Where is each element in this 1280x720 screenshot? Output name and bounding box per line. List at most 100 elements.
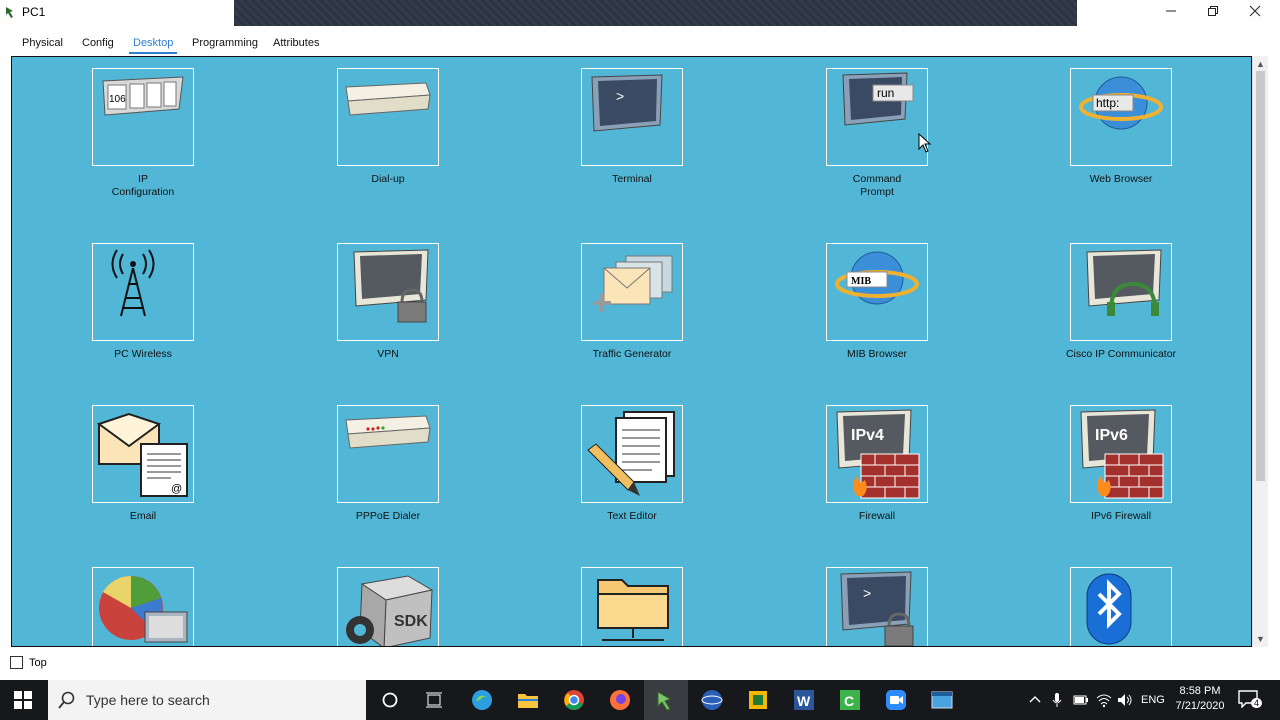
app-traffic-generator[interactable]: Traffic Generator [542,243,722,361]
tab-programming[interactable]: Programming [192,37,258,49]
globe-app-icon [701,690,723,710]
scroll-thumb[interactable] [1256,71,1265,481]
app-pc-wireless[interactable]: PC Wireless [53,243,233,361]
app-netflow-collector[interactable] [53,567,233,646]
store-icon [749,691,767,709]
taskbar-edge[interactable] [460,680,504,720]
app-icon-frame [92,243,194,341]
app-icon-frame [337,68,439,166]
wifi-icon[interactable] [1096,692,1112,708]
app-vpn[interactable]: VPN [298,243,478,361]
desktop-panel: 106 IPConfiguration Dial-up > Terminal [11,56,1252,647]
battery-icon[interactable] [1073,693,1089,707]
app-sdk[interactable]: SDK [298,567,478,646]
app-label: Email [129,510,157,522]
app-icon-frame: run [826,68,928,166]
taskbar-search[interactable]: Type here to search [48,680,366,720]
cortana-button[interactable] [370,680,410,720]
svg-text:@: @ [171,483,182,495]
command-prompt-icon: run [842,72,914,126]
microphone-icon[interactable] [1052,692,1062,708]
app-label-2: Configuration [111,186,175,198]
text-editor-icon [587,411,675,496]
taskbar-firefox[interactable] [598,680,642,720]
app-firewall[interactable]: IPv4 Firewall [787,405,967,523]
app-bluetooth[interactable] [1031,567,1211,646]
app-ipv6-firewall[interactable]: IPv6 IPv6 Firewall [1031,405,1211,523]
task-view-button[interactable] [414,680,454,720]
taskbar-app-blue[interactable] [690,680,734,720]
app-label: Command [852,173,902,185]
close-button[interactable] [1234,0,1276,22]
tab-physical[interactable]: Physical [22,37,63,49]
app-command-prompt[interactable]: run Command Prompt [787,68,967,199]
app-icon-frame [581,243,683,341]
desktop-scrollbar[interactable]: ▲ ▼ [1252,56,1268,647]
taskbar-chrome[interactable] [552,680,596,720]
taskbar-file-explorer[interactable] [506,680,550,720]
app-terminal[interactable]: > Terminal [542,68,722,186]
app-icon-frame: IPv6 [1070,405,1172,503]
notification-count: 4 [1251,698,1263,708]
taskbar-zoom[interactable] [874,680,918,720]
ip-configuration-icon: 106 [102,76,184,116]
app-icon-frame [337,243,439,341]
tab-bar: Physical Config Desktop Programming Attr… [0,26,1280,54]
app-text-editor[interactable]: Text Editor [542,405,722,523]
app-email[interactable]: @ Email [53,405,233,523]
taskbar-camtasia[interactable]: C [828,680,872,720]
app-icon-frame: > [826,567,928,646]
app-web-browser[interactable]: http: Web Browser [1031,68,1211,186]
netflow-chart-icon [99,575,188,643]
firefox-icon [610,690,630,710]
svg-text:>: > [616,88,624,104]
bluetooth-icon [1086,573,1132,645]
chevron-up-icon[interactable] [1029,694,1041,706]
title-bar-strip [234,0,1077,26]
app-ip-configuration[interactable]: 106 IP Configuration [53,68,233,199]
restore-button[interactable] [1192,0,1234,22]
terminal-lock-icon: > [840,571,914,646]
app-label: IP [138,173,148,185]
app-icon-frame: http: [1070,68,1172,166]
app-cisco-ip-communicator[interactable]: Cisco IP Communicator [1031,243,1211,361]
chrome-icon [564,690,584,710]
app-icon-frame: 106 [92,68,194,166]
volume-icon[interactable] [1117,692,1133,708]
app-label: Cisco IP Communicator [1065,348,1177,360]
task-view-icon [426,692,442,708]
tab-desktop[interactable]: Desktop [128,37,178,54]
top-checkbox[interactable] [10,656,23,669]
start-button[interactable] [0,680,46,720]
app-terminal-secure[interactable]: > [787,567,967,646]
taskbar-word[interactable]: W [782,680,826,720]
clock[interactable]: 8:58 PM 7/21/2020 [1172,685,1228,712]
search-placeholder: Type here to search [86,692,210,708]
app-icon-frame: > [581,68,683,166]
app-mib-browser[interactable]: MIB MIB Browser [787,243,967,361]
clock-time: 8:58 PM [1179,685,1221,697]
top-checkbox-row[interactable]: Top [10,656,47,669]
language-indicator[interactable]: ENG [1141,694,1165,706]
app-icon-frame: IPv4 [826,405,928,503]
close-icon [1249,5,1261,17]
app-dial-up[interactable]: Dial-up [298,68,478,186]
taskbar-app-window[interactable] [920,680,964,720]
tab-attributes[interactable]: Attributes [273,37,319,49]
taskbar: Type here to search W C ENG 8:58 PM 7/21… [0,680,1280,720]
app-pppoe-dialer[interactable]: PPPoE Dialer [298,405,478,523]
clock-date: 7/21/2020 [1175,700,1225,712]
taskbar-app-yellow[interactable] [736,680,780,720]
notification-center[interactable]: 4 [1238,690,1263,710]
packet-tracer-icon [6,7,13,18]
app-file-manager[interactable] [542,567,722,646]
camtasia-icon: C [840,690,860,710]
taskbar-packet-tracer[interactable] [644,680,688,720]
mib-browser-icon: MIB [835,251,919,305]
scroll-up-icon[interactable]: ▲ [1256,59,1265,69]
terminal-icon: > [591,74,663,132]
zoom-icon [886,690,906,710]
scroll-down-icon[interactable]: ▼ [1256,634,1265,644]
tab-config[interactable]: Config [82,37,114,49]
minimize-button[interactable] [1150,0,1192,22]
